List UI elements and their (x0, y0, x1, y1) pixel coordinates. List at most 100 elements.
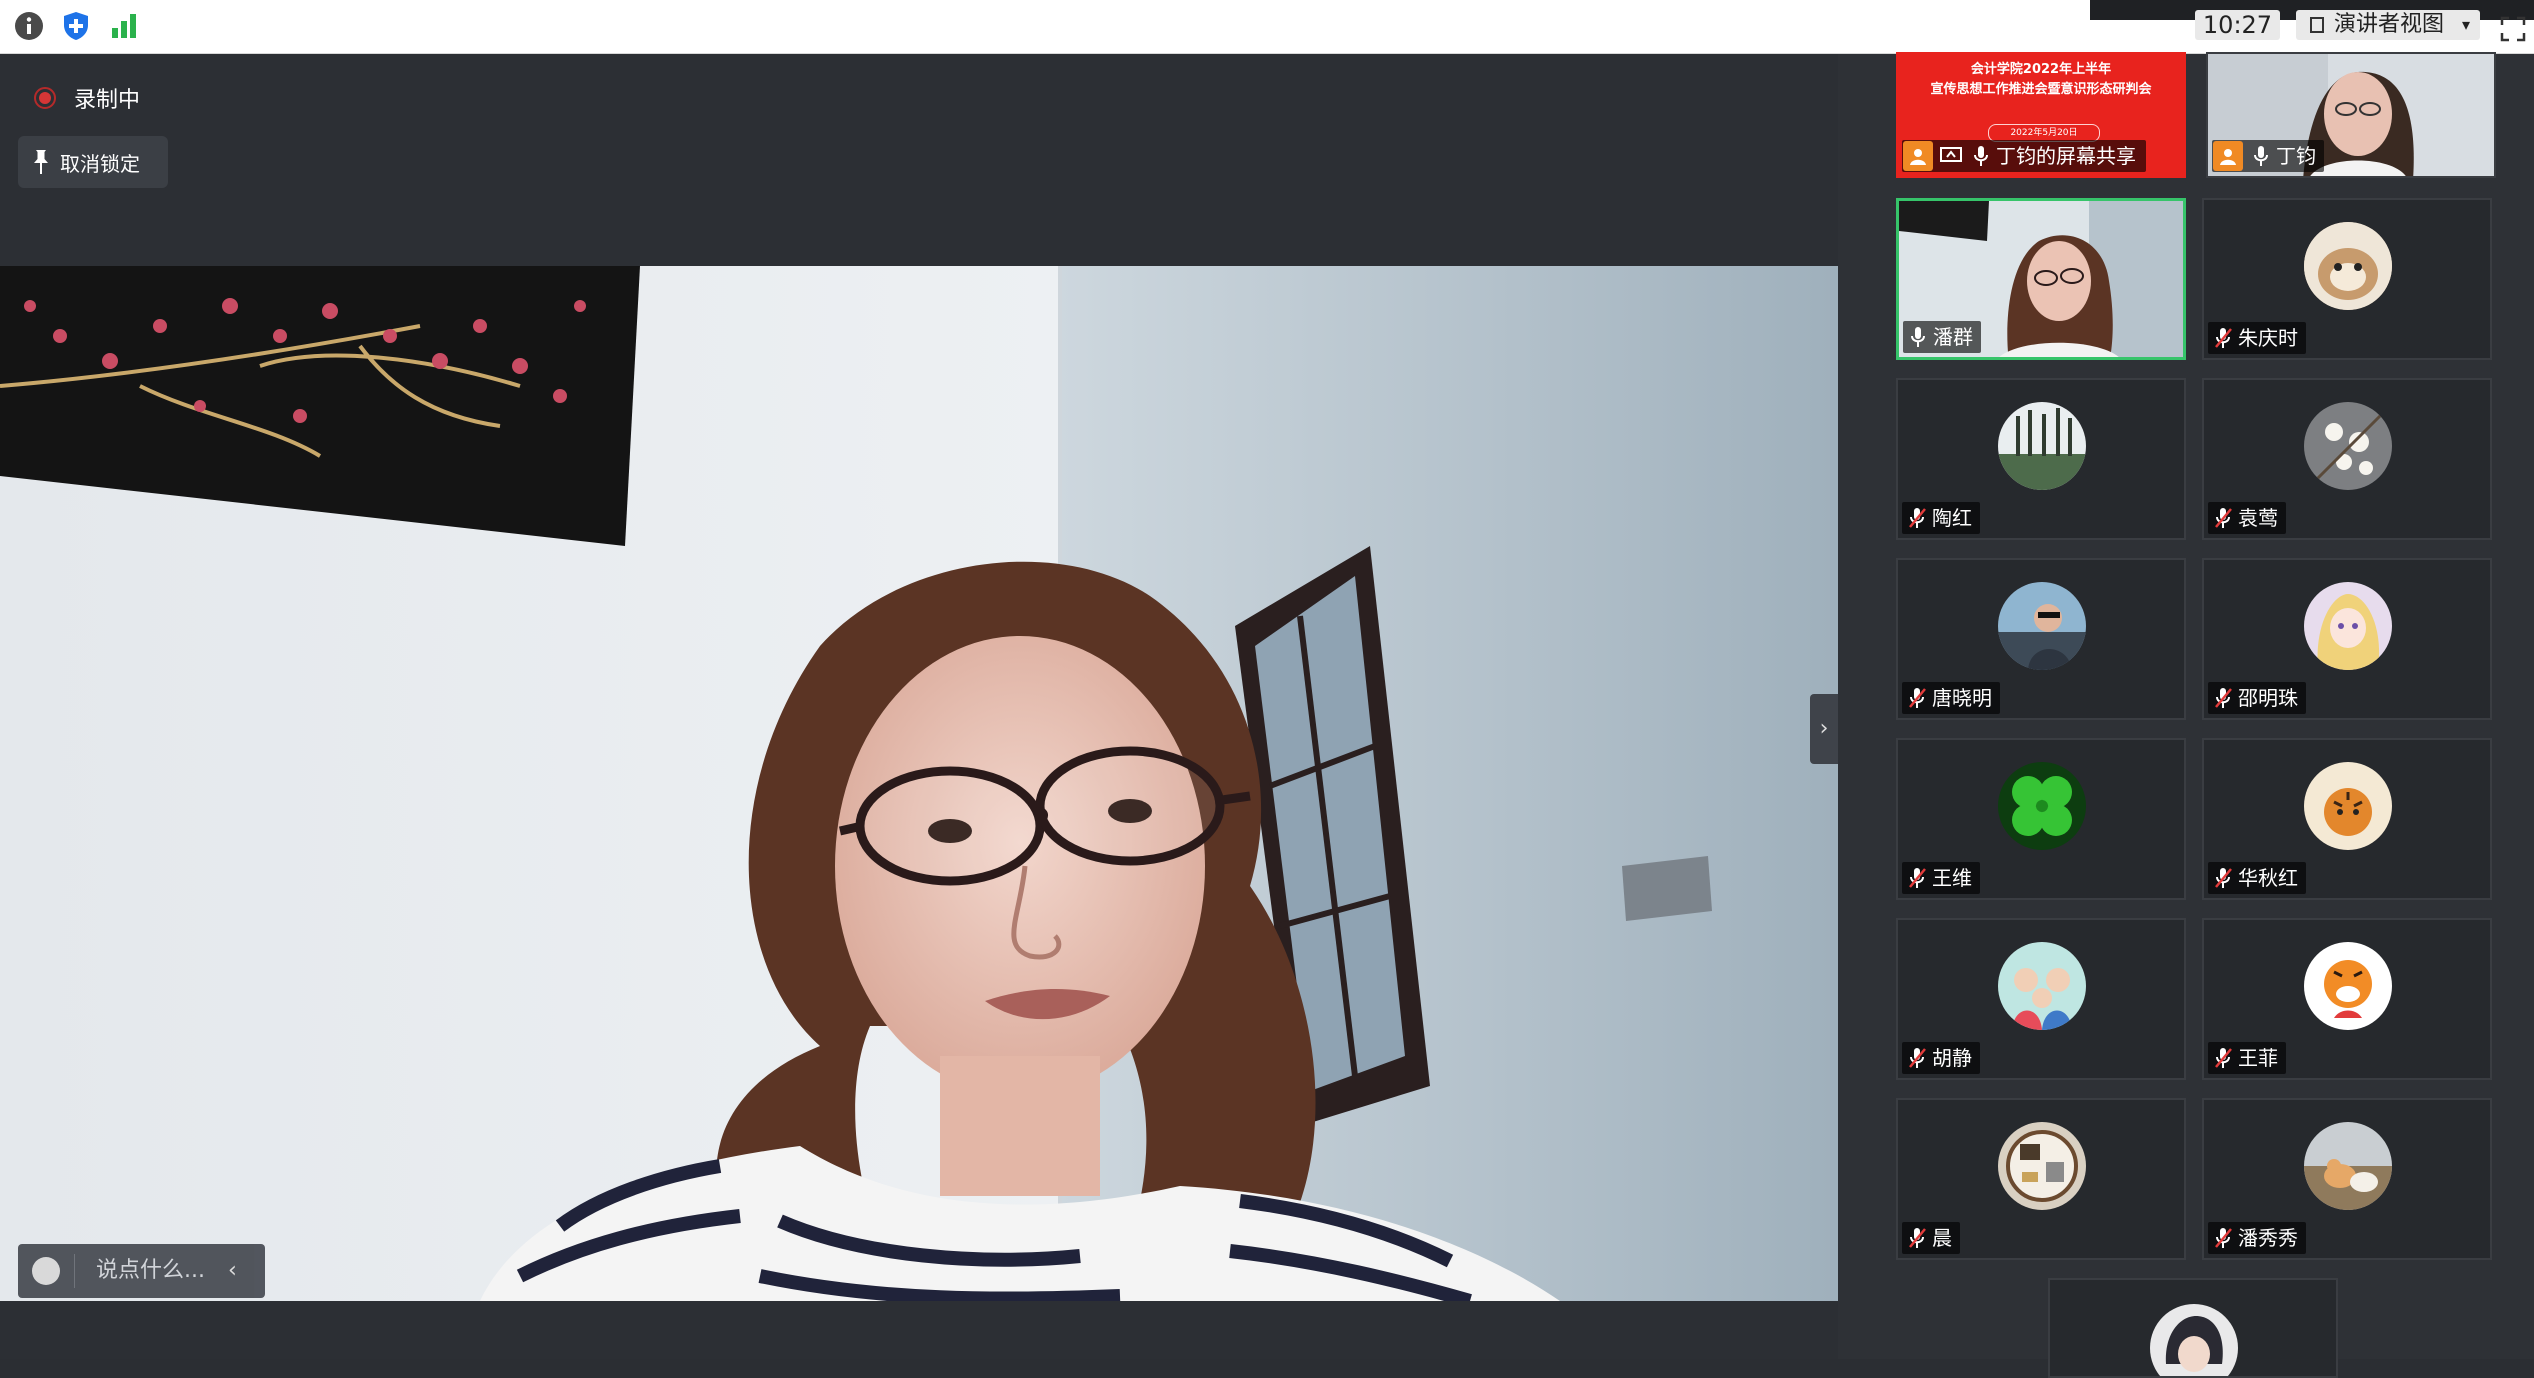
collapse-sidebar-button[interactable]: › (1810, 694, 1838, 764)
network-signal-icon[interactable] (108, 10, 140, 42)
top-toolbar: 10:27 演讲者视图 ▾ (0, 0, 2534, 54)
mic-muted-icon (1902, 682, 1932, 714)
screen-share-icon (1936, 140, 1966, 172)
host-icon (1903, 141, 1933, 171)
share-slide-title: 会计学院2022年上半年 宣传思想工作推进会暨意识形态研判会 (1898, 60, 2184, 100)
participant-nameplate: 胡静 (1902, 1042, 1980, 1074)
participant-name: 邵明珠 (2238, 686, 2298, 710)
mic-on-icon (2246, 140, 2276, 172)
avatar (2304, 1122, 2392, 1210)
share-nameplate: 丁钧的屏幕共享 (1902, 140, 2146, 172)
screen-share-tile[interactable]: 会计学院2022年上半年 宣传思想工作推进会暨意识形态研判会 2022年5月20… (1896, 52, 2186, 178)
share-title-line1: 会计学院2022年上半年 (1970, 62, 2112, 77)
participant-tile[interactable]: 邵明珠 (2202, 558, 2492, 720)
chat-input[interactable]: 说点什么... (96, 1244, 205, 1298)
avatar (1998, 762, 2086, 850)
participant-name: 丁钧 (2276, 144, 2316, 168)
participant-tile[interactable]: 王维 (1896, 738, 2186, 900)
avatar (1998, 402, 2086, 490)
recording-dot-icon (34, 87, 56, 109)
view-mode-dropdown[interactable]: 演讲者视图 ▾ (2296, 10, 2480, 40)
participant-tile[interactable]: 袁莺 (2202, 378, 2492, 540)
participant-name: 胡静 (1932, 1046, 1972, 1070)
participant-name: 华秋红 (2238, 866, 2298, 890)
participant-sidebar: 会计学院2022年上半年 宣传思想工作推进会暨意识形态研判会 2022年5月20… (1838, 52, 2534, 1378)
participant-name: 唐晓明 (1932, 686, 1992, 710)
participant-tile[interactable]: 陶红 (1896, 378, 2186, 540)
mic-on-icon (1903, 321, 1933, 353)
avatar (2150, 1304, 2238, 1376)
avatar (2304, 402, 2392, 490)
share-label: 丁钧的屏幕共享 (1996, 144, 2136, 168)
participant-nameplate: 邵明珠 (2208, 682, 2306, 714)
unpin-label: 取消锁定 (60, 151, 140, 176)
participant-tile[interactable]: 丁钧 (2206, 52, 2496, 178)
avatar (2304, 942, 2392, 1030)
info-icon[interactable] (13, 10, 45, 42)
speaker-video (0, 266, 1838, 1301)
participant-nameplate: 潘群 (1903, 321, 1981, 353)
participant-tile[interactable]: 晨 (1896, 1098, 2186, 1260)
speaker-video-frame (0, 266, 1838, 1301)
avatar (2304, 762, 2392, 850)
avatar (2304, 222, 2392, 310)
participant-nameplate: 朱庆时 (2208, 322, 2306, 354)
participant-nameplate: 丁钧 (2212, 140, 2324, 172)
recording-indicator: 录制中 (34, 80, 140, 116)
participant-name: 潘群 (1933, 325, 1973, 349)
mic-muted-icon (2208, 1042, 2238, 1074)
participant-name: 王菲 (2238, 1046, 2278, 1070)
participant-nameplate: 王菲 (2208, 1042, 2286, 1074)
avatar (1998, 582, 2086, 670)
participant-nameplate: 唐晓明 (1902, 682, 2000, 714)
unpin-button[interactable]: 取消锁定 (18, 136, 168, 188)
mic-muted-icon (2208, 1222, 2238, 1254)
participant-tile[interactable]: 潘秀秀 (2202, 1098, 2492, 1260)
recording-label: 录制中 (74, 88, 141, 113)
mic-muted-icon (2208, 502, 2238, 534)
avatar (1998, 1122, 2086, 1210)
participant-name: 陶红 (1932, 506, 1972, 530)
participant-nameplate: 陶红 (1902, 502, 1980, 534)
chat-divider (74, 1254, 75, 1288)
host-icon (2213, 141, 2243, 171)
participant-name: 王维 (1932, 866, 1972, 890)
participant-tile[interactable]: 唐晓明 (1896, 558, 2186, 720)
emoji-icon[interactable] (32, 1257, 60, 1285)
mic-muted-icon (2208, 682, 2238, 714)
avatar (1998, 942, 2086, 1030)
participant-tile-active-speaker[interactable]: 潘群 (1896, 198, 2186, 360)
share-title-line2: 宣传思想工作推进会暨意识形态研判会 (1930, 82, 2152, 97)
participant-nameplate: 袁莺 (2208, 502, 2286, 534)
participant-name: 晨 (1932, 1226, 1952, 1250)
mic-muted-icon (1902, 502, 1932, 534)
mic-muted-icon (2208, 862, 2238, 894)
mic-muted-icon (1902, 1222, 1932, 1254)
participant-tile-partial[interactable] (2048, 1278, 2338, 1378)
participant-nameplate: 潘秀秀 (2208, 1222, 2306, 1254)
chevron-down-icon: ▾ (2461, 15, 2470, 34)
participant-name: 潘秀秀 (2238, 1226, 2298, 1250)
participant-tile[interactable]: 华秋红 (2202, 738, 2492, 900)
mic-muted-icon (1902, 1042, 1932, 1074)
mic-muted-icon (1902, 862, 1932, 894)
meeting-clock: 10:27 (2195, 10, 2280, 40)
security-shield-icon[interactable] (60, 10, 92, 42)
view-mode-label: 演讲者视图 (2334, 12, 2445, 37)
pin-icon (34, 150, 48, 174)
avatar (2304, 582, 2392, 670)
mic-muted-icon (2208, 322, 2238, 354)
participant-tile[interactable]: 朱庆时 (2202, 198, 2492, 360)
main-stage: 录制中 取消锁定 说点什么... ‹ (0, 54, 1838, 1359)
participant-nameplate: 王维 (1902, 862, 1980, 894)
participant-name: 朱庆时 (2238, 326, 2298, 350)
chat-input-bar[interactable]: 说点什么... ‹ (18, 1244, 265, 1298)
participant-tile[interactable]: 王菲 (2202, 918, 2492, 1080)
participant-name: 袁莺 (2238, 506, 2278, 530)
chevron-left-icon[interactable]: ‹ (228, 1244, 237, 1298)
fullscreen-icon[interactable] (2500, 16, 2526, 42)
participant-nameplate: 华秋红 (2208, 862, 2306, 894)
participant-nameplate: 晨 (1902, 1222, 1960, 1254)
participant-tile[interactable]: 胡静 (1896, 918, 2186, 1080)
mic-on-icon (1966, 140, 1996, 172)
